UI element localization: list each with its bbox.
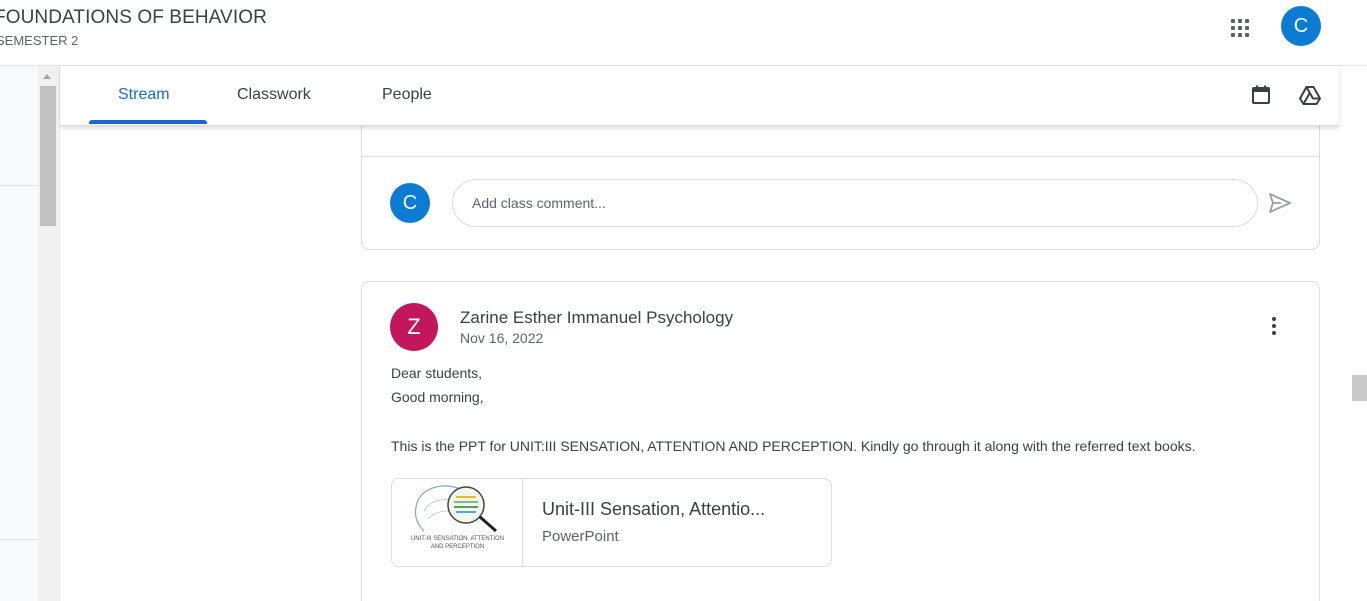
send-icon[interactable] (1267, 191, 1293, 215)
apps-grid-icon[interactable] (1226, 14, 1254, 42)
course-subtitle: SEMESTER 2 (0, 33, 79, 48)
tab-people[interactable]: People (382, 86, 432, 104)
right-scrollbar-thumb[interactable] (1352, 375, 1367, 401)
post-date: Nov 16, 2022 (460, 330, 544, 346)
more-options-icon[interactable] (1262, 314, 1286, 338)
left-scrollbar-thumb[interactable] (40, 86, 56, 226)
tabs-bar: Stream Classwork People (60, 66, 1339, 126)
attachment-title[interactable]: Unit-III Sensation, Attentio... (542, 499, 765, 520)
thumbnail-caption: UNIT-III SENSATION, ATTENTION AND PERCEPT… (410, 536, 505, 550)
sidebar-divider (0, 539, 38, 540)
head-brain-illustration (414, 485, 497, 533)
tab-stream[interactable]: Stream (118, 86, 170, 104)
scroll-up-arrow-icon[interactable] (43, 74, 51, 79)
calendar-icon[interactable] (1249, 83, 1273, 107)
tab-classwork[interactable]: Classwork (237, 86, 311, 104)
top-header: FOUNDATIONS OF BEHAVIOR SEMESTER 2 C (0, 0, 1367, 66)
google-drive-icon[interactable] (1298, 83, 1322, 107)
course-title[interactable]: FOUNDATIONS OF BEHAVIOR (0, 7, 267, 29)
post-body-line: Dear students, (391, 365, 483, 381)
classroom-page: FOUNDATIONS OF BEHAVIOR SEMESTER 2 C C S… (0, 0, 1367, 601)
post-author: Zarine Esther Immanuel Psychology (460, 308, 734, 327)
post-body-line: Good morning, (391, 389, 484, 405)
user-avatar[interactable]: C (1281, 6, 1321, 46)
class-comment-input[interactable] (452, 179, 1258, 227)
comment-avatar: C (390, 183, 430, 223)
attachment-card[interactable]: UNIT-III SENSATION, ATTENTION AND PERCEPT… (391, 478, 832, 567)
attachment-type: PowerPoint (542, 528, 619, 545)
author-avatar: Z (390, 303, 438, 351)
card-divider (362, 156, 1319, 157)
post-body-line: This is the PPT for UNIT:III SENSATION, … (391, 438, 1196, 454)
active-tab-indicator (89, 120, 207, 124)
sidebar-divider (0, 185, 38, 186)
attachment-thumbnail: UNIT-III SENSATION, ATTENTION AND PERCEPT… (392, 479, 523, 566)
